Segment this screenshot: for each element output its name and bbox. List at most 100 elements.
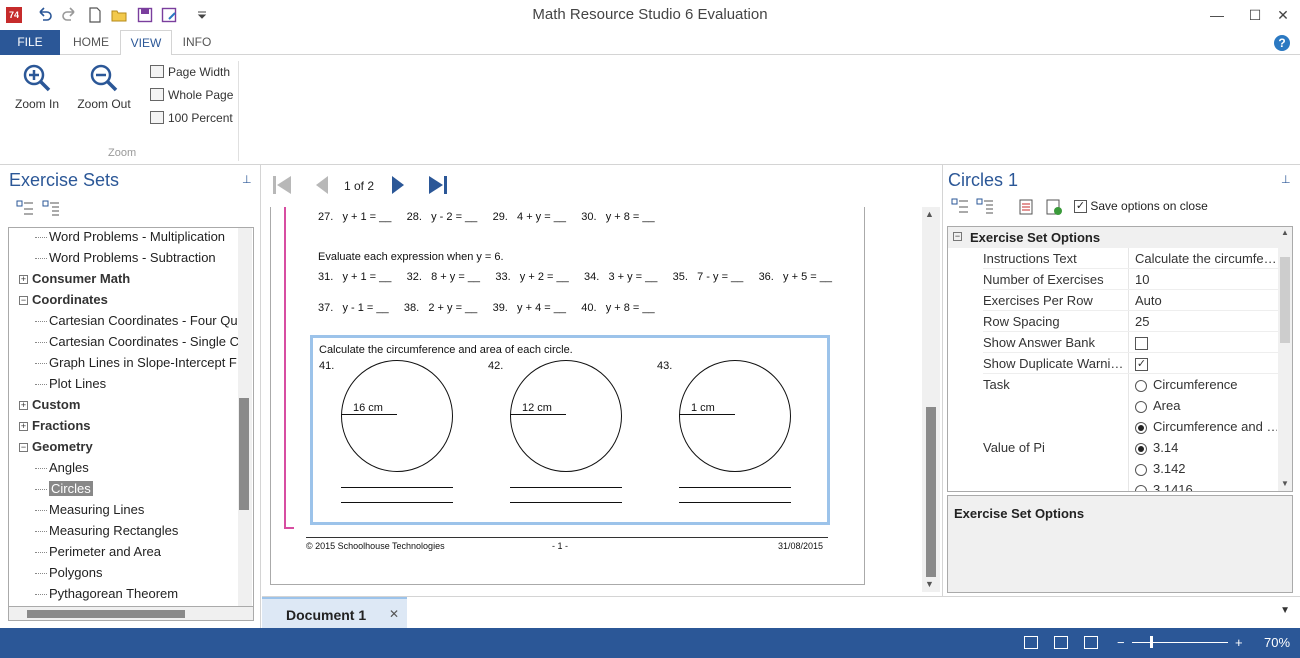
document-scroll-thumb[interactable] xyxy=(926,407,936,577)
zoom-slider[interactable] xyxy=(1132,636,1228,648)
last-page-icon[interactable] xyxy=(426,173,450,197)
tree-hscroll-thumb[interactable] xyxy=(27,610,185,618)
property-grid-scrollbar[interactable]: ▲ ▼ xyxy=(1278,227,1292,491)
tree-item[interactable]: Cartesian Coordinates - Single C xyxy=(35,331,239,352)
tree-item[interactable]: Plot Lines xyxy=(35,373,106,394)
radio-button[interactable] xyxy=(1135,484,1147,491)
exercise-tree[interactable]: Word Problems - Multiplication Word Probl… xyxy=(8,227,254,607)
tree-category[interactable]: + Custom xyxy=(19,394,80,415)
tree-item[interactable]: Word Problems - Subtraction xyxy=(35,247,216,268)
save-on-close-option[interactable]: ✓ Save options on close xyxy=(1074,199,1208,214)
selected-exercise-set[interactable]: Calculate the circumference and area of … xyxy=(310,335,830,525)
task-option[interactable]: Circumference and … xyxy=(1135,416,1277,437)
undo-icon[interactable] xyxy=(36,6,54,24)
close-tab-icon[interactable]: ✕ xyxy=(389,607,399,621)
tab-view[interactable]: VIEW xyxy=(120,30,172,56)
zoom-slider-thumb[interactable] xyxy=(1150,636,1154,648)
outline-view-icon[interactable] xyxy=(1084,636,1098,649)
tree-item[interactable]: Angles xyxy=(35,457,89,478)
first-page-icon[interactable] xyxy=(270,173,294,197)
radio-button[interactable] xyxy=(1135,463,1147,476)
property-category-header[interactable]: − Exercise Set Options xyxy=(948,227,1278,248)
property-row-task[interactable]: Task Circumference Area Circumference an… xyxy=(948,374,1278,437)
property-row-instructions-text[interactable]: Instructions Text Calculate the circumfe… xyxy=(948,248,1278,269)
task-option[interactable]: Area xyxy=(1135,395,1277,416)
property-row-row-spacing[interactable]: Row Spacing 25 xyxy=(948,311,1278,332)
categorized-view-icon[interactable] xyxy=(951,198,969,214)
pi-option[interactable]: 3.142 xyxy=(1135,458,1277,479)
property-row-exercises-per-row[interactable]: Exercises Per Row Auto xyxy=(948,290,1278,311)
property-value[interactable]: Auto xyxy=(1135,290,1277,311)
collapse-all-icon[interactable] xyxy=(16,200,34,216)
expand-icon[interactable]: + xyxy=(19,422,28,432)
zoom-in-button[interactable]: + xyxy=(1235,635,1243,650)
pin-icon[interactable]: ⊥ xyxy=(1281,173,1291,186)
tree-item[interactable]: Measuring Rectangles xyxy=(35,520,178,541)
redo-icon[interactable] xyxy=(60,6,78,24)
alphabetical-view-icon[interactable] xyxy=(976,198,994,214)
zoom-out-button[interactable]: − xyxy=(1117,635,1125,650)
property-row-show-duplicate-warning[interactable]: Show Duplicate Warni… ✓ xyxy=(948,353,1278,374)
tab-home[interactable]: HOME xyxy=(62,30,120,55)
radio-button[interactable] xyxy=(1135,421,1147,434)
scroll-down-icon[interactable]: ▼ xyxy=(1281,479,1289,488)
new-document-icon[interactable] xyxy=(86,6,104,24)
tree-category[interactable]: + Fractions xyxy=(19,415,91,436)
whole-page-button[interactable]: Whole Page xyxy=(150,86,233,104)
show-duplicate-warning-checkbox[interactable]: ✓ xyxy=(1135,358,1148,372)
tree-category[interactable]: + Consumer Math xyxy=(19,268,130,289)
tree-scroll-thumb[interactable] xyxy=(239,398,249,510)
property-grid-scroll-thumb[interactable] xyxy=(1280,257,1290,343)
tree-category[interactable]: − Geometry xyxy=(19,436,93,457)
tree-item[interactable]: Circles xyxy=(35,478,93,499)
app-icon[interactable]: 74 xyxy=(6,7,22,23)
tree-item[interactable]: Graph Lines in Slope-Intercept F xyxy=(35,352,237,373)
customize-dropdown-icon[interactable] xyxy=(196,6,208,24)
previous-page-icon[interactable] xyxy=(310,173,334,197)
page-width-button[interactable]: Page Width xyxy=(150,63,230,81)
tree-item[interactable]: Measuring Lines xyxy=(35,499,144,520)
radio-button[interactable] xyxy=(1135,442,1147,455)
open-folder-icon[interactable] xyxy=(110,6,128,24)
task-option[interactable]: Circumference xyxy=(1135,374,1277,395)
next-page-icon[interactable] xyxy=(386,173,410,197)
property-value[interactable]: 10 xyxy=(1135,269,1277,290)
refresh-options-icon[interactable] xyxy=(1045,198,1063,216)
save-as-icon[interactable] xyxy=(160,6,178,24)
tabs-dropdown-icon[interactable]: ▼ xyxy=(1280,605,1290,616)
document-vertical-scrollbar[interactable]: ▲ ▼ xyxy=(922,207,940,592)
tree-item[interactable]: Word Problems - Multiplication xyxy=(35,228,225,247)
tree-vertical-scrollbar[interactable] xyxy=(238,228,252,606)
tree-horizontal-scrollbar[interactable] xyxy=(8,607,254,621)
save-icon[interactable] xyxy=(136,6,154,24)
radio-button[interactable] xyxy=(1135,379,1147,392)
property-value[interactable]: 25 xyxy=(1135,311,1277,332)
close-button[interactable]: ✕ xyxy=(1268,4,1298,26)
scroll-up-icon[interactable]: ▲ xyxy=(925,209,934,219)
property-grid[interactable]: − Exercise Set Options Instructions Text… xyxy=(947,226,1293,492)
zoom-out-button[interactable]: Zoom Out xyxy=(76,63,132,119)
tree-item[interactable]: Pythagorean Theorem xyxy=(35,583,178,604)
tab-document-1[interactable]: Document 1 ✕ xyxy=(262,597,407,629)
show-answer-bank-checkbox[interactable] xyxy=(1135,337,1148,351)
maximize-button[interactable]: ☐ xyxy=(1240,4,1270,26)
tree-item[interactable]: Perimeter and Area xyxy=(35,541,161,562)
property-row-number-of-exercises[interactable]: Number of Exercises 10 xyxy=(948,269,1278,290)
pi-option[interactable]: 3.14 xyxy=(1135,437,1277,458)
load-options-icon[interactable] xyxy=(1018,198,1036,216)
hundred-percent-button[interactable]: 100 Percent xyxy=(150,109,233,127)
tree-category[interactable]: − Coordinates xyxy=(19,289,108,310)
minimize-button[interactable]: — xyxy=(1202,4,1232,26)
pi-option[interactable]: 3.1416 xyxy=(1135,479,1277,491)
document-page[interactable]: 27. y + 1 = __ 28. y - 2 = __ 29. 4 + y … xyxy=(270,207,865,585)
save-on-close-checkbox[interactable]: ✓ xyxy=(1074,200,1087,214)
radio-button[interactable] xyxy=(1135,400,1147,413)
zoom-in-button[interactable]: Zoom In xyxy=(9,63,65,119)
expand-icon[interactable]: + xyxy=(19,401,28,411)
collapse-category-icon[interactable]: − xyxy=(953,232,962,241)
expand-icon[interactable]: + xyxy=(19,275,28,285)
property-row-show-answer-bank[interactable]: Show Answer Bank xyxy=(948,332,1278,353)
expand-all-icon[interactable] xyxy=(42,200,60,216)
tab-info[interactable]: INFO xyxy=(172,30,222,55)
collapse-icon[interactable]: − xyxy=(19,296,28,306)
